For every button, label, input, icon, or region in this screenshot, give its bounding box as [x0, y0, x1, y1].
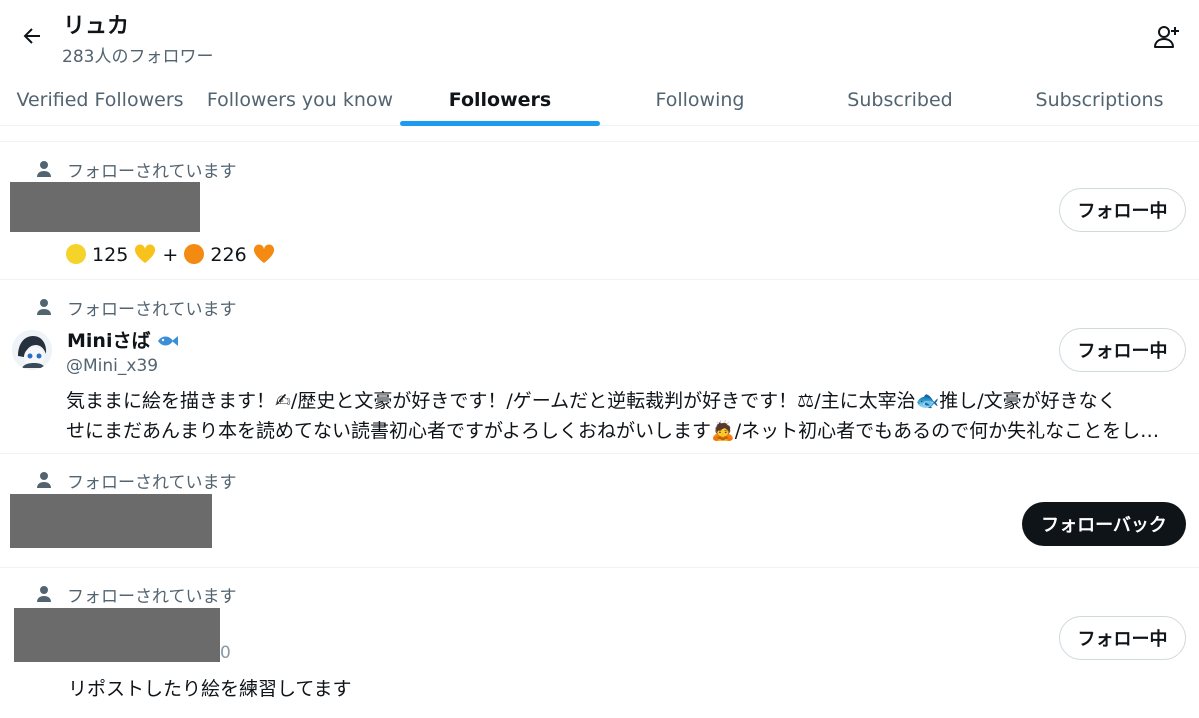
- avatar[interactable]: [12, 330, 52, 370]
- person-icon: [36, 160, 52, 178]
- tab-verified-followers[interactable]: Verified Followers: [0, 74, 200, 126]
- user-row[interactable]: フォローされています 0 フォロー中 リポストしたり絵を練習してます: [0, 568, 1199, 718]
- following-button[interactable]: フォロー中: [1059, 616, 1186, 660]
- user-row[interactable]: フォローされています フォローバック: [0, 454, 1199, 568]
- following-button[interactable]: フォロー中: [1059, 328, 1186, 372]
- tab-bar: Verified Followers Followers you know Fo…: [0, 74, 1199, 126]
- tab-following[interactable]: Following: [600, 74, 800, 126]
- follow-back-button[interactable]: フォローバック: [1022, 502, 1186, 546]
- person-icon: [36, 471, 52, 489]
- follows-you-indicator: フォローされています: [36, 296, 237, 320]
- active-tab-indicator: [400, 121, 600, 126]
- person-icon: [36, 298, 52, 316]
- redacted-profile: [14, 608, 220, 662]
- user-row[interactable]: フォローされています Miniさば @Mini_x39 フォロー中 気ままに絵を…: [0, 280, 1199, 454]
- tangerine-icon: [184, 244, 205, 264]
- user-bio: 125 + 226: [66, 240, 275, 270]
- redacted-profile: [10, 494, 212, 548]
- follows-you-indicator: フォローされています: [36, 158, 237, 182]
- redacted-profile: [10, 182, 200, 232]
- back-arrow-icon[interactable]: [16, 20, 48, 52]
- user-handle: @Mini_x39: [66, 356, 159, 376]
- tab-followers-you-know[interactable]: Followers you know: [200, 74, 400, 126]
- page-title: リュカ: [63, 14, 130, 39]
- follows-you-indicator: フォローされています: [36, 583, 237, 607]
- user-display-name[interactable]: Miniさば: [67, 326, 179, 353]
- fish-icon: [158, 336, 179, 346]
- tab-followers[interactable]: Followers: [400, 74, 600, 126]
- follower-count: 283人のフォロワー: [62, 47, 214, 67]
- add-user-icon[interactable]: [1150, 20, 1184, 54]
- following-button[interactable]: フォロー中: [1059, 188, 1186, 232]
- person-icon: [36, 585, 52, 603]
- lemon-icon: [66, 244, 86, 264]
- follows-you-indicator: フォローされています: [36, 469, 237, 493]
- tab-subscribed[interactable]: Subscribed: [800, 74, 1000, 126]
- user-handle-fragment: 0: [220, 643, 231, 663]
- user-bio: リポストしたり絵を練習してます: [68, 678, 352, 700]
- user-row[interactable]: フォローされています フォロー中 125 + 226: [0, 142, 1199, 280]
- header: リュカ 283人のフォロワー: [0, 0, 1199, 70]
- orange-heart-icon: [253, 244, 274, 263]
- tab-subscriptions[interactable]: Subscriptions: [1000, 74, 1199, 126]
- user-bio: 気ままに絵を描きます！✍/歴史と文豪が好きです！/ゲームだと逆転裁判が好きです！…: [66, 390, 1160, 442]
- yellow-heart-icon: [135, 244, 156, 263]
